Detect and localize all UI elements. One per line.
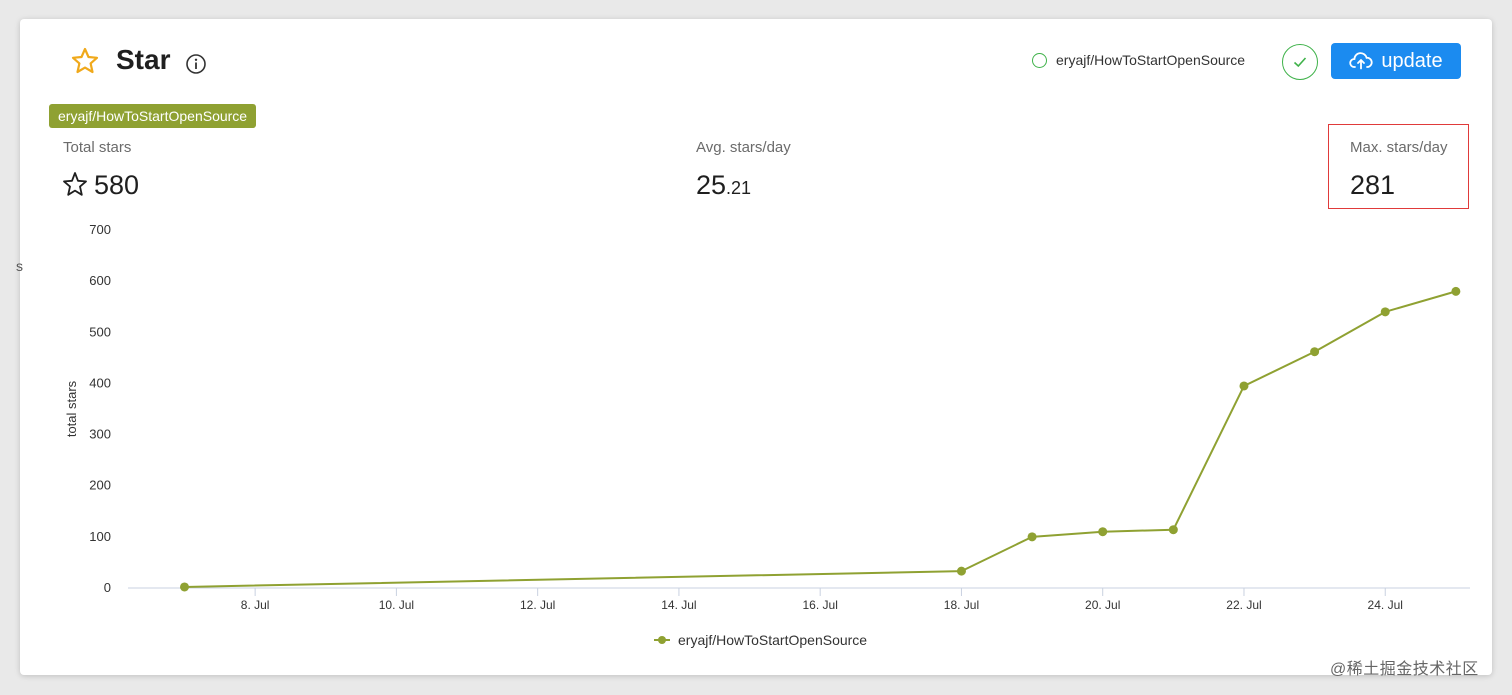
x-tick-label: 12. Jul [520, 598, 555, 612]
legend-marker [658, 636, 666, 644]
x-tick-label: 8. Jul [241, 598, 270, 612]
x-tick-label: 20. Jul [1085, 598, 1120, 612]
data-point [1098, 527, 1108, 537]
y-tick-label: 100 [89, 529, 111, 544]
y-tick-label: 600 [89, 273, 111, 288]
x-tick-label: 22. Jul [1226, 598, 1261, 612]
y-axis-label: total stars [64, 380, 79, 437]
y-tick-label: 200 [89, 478, 111, 493]
data-point [956, 566, 966, 576]
data-point [1451, 286, 1461, 296]
y-tick-label: 700 [89, 222, 111, 237]
data-point [180, 582, 190, 592]
legend-label: eryajf/HowToStartOpenSource [678, 632, 867, 648]
y-tick-label: 0 [104, 580, 111, 595]
x-tick-label: 10. Jul [379, 598, 414, 612]
y-tick-label: 400 [89, 375, 111, 390]
x-tick-label: 24. Jul [1368, 598, 1403, 612]
y-tick-label: 500 [89, 324, 111, 339]
x-tick-label: 16. Jul [803, 598, 838, 612]
data-point [1239, 381, 1249, 391]
data-point [1380, 307, 1390, 317]
data-point [1168, 525, 1178, 535]
series-line [184, 290, 1457, 588]
x-tick-label: 18. Jul [944, 598, 979, 612]
data-point [1027, 532, 1037, 542]
star-history-chart: 0 100 200 300 400 500 600 700 8. Jul 10. Jul 12. J… [64, 222, 1470, 648]
x-tick-label: 14. Jul [661, 598, 696, 612]
watermark: @稀土掘金技术社区 [1330, 661, 1479, 678]
data-point [1310, 347, 1320, 357]
y-tick-label: 300 [89, 427, 111, 442]
